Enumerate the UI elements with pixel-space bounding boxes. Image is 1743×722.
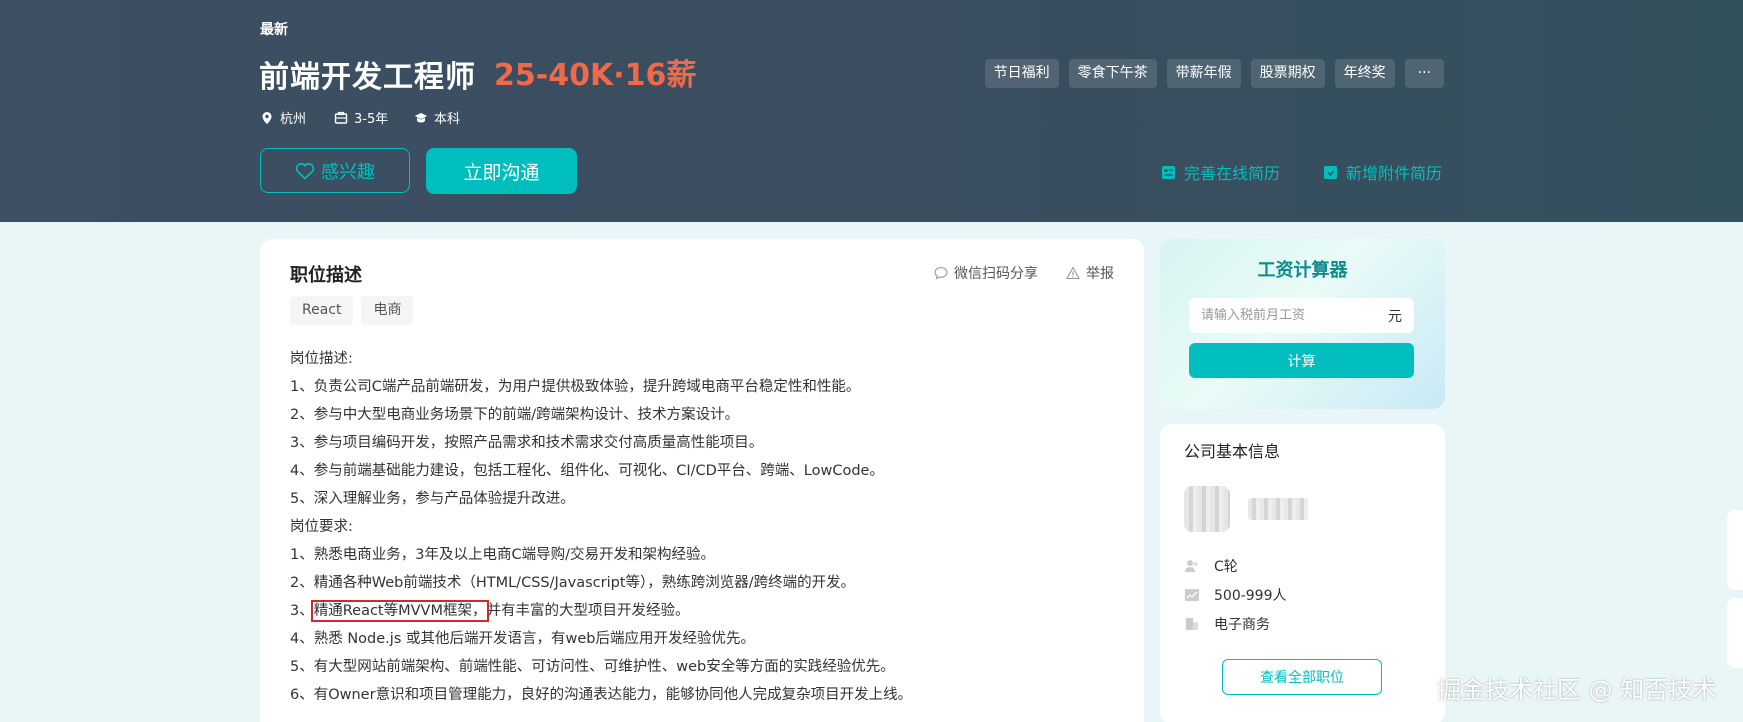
interest-button[interactable]: 感兴趣 [260,148,410,193]
meta-experience: 3-5年 [334,108,388,127]
improve-resume-label: 完善在线简历 [1184,164,1281,183]
description-line: 岗位描述: [290,351,353,367]
salary-calculator-card: 工资计算器 元 计算 [1160,239,1445,409]
building-icon [1186,618,1198,630]
description-line: 2、精通各种Web前端技术（HTML/CSS/Javascript等），熟练跨浏… [290,575,856,591]
add-attachment-resume-link[interactable]: 新增附件简历 [1323,160,1442,184]
company-info-card: 公司基本信息 C轮 500-999人 电子商务 查看全部职位 [1160,424,1445,722]
highlighted-requirement: 精通React等MVVM框架， [310,600,490,622]
share-label: 微信扫码分享 [954,266,1038,282]
description-line-highlighted: 3、精通React等MVVM框架，并有丰富的大型项目开发经验。 [290,597,1120,625]
heart-icon [295,162,315,180]
city-text: 杭州 [280,112,307,127]
benefit-tag: 股票期权 [1250,59,1325,88]
latest-badge: 最新 [260,22,288,38]
side-tab[interactable] [1727,510,1743,590]
meta-education: 本科 [414,108,460,127]
benefit-tag: 节日福利 [984,59,1059,88]
calculate-button[interactable]: 计算 [1189,343,1414,378]
salary-input-wrapper: 元 [1189,298,1414,333]
view-all-jobs-button[interactable]: 查看全部职位 [1222,659,1382,695]
description-line: 1、熟悉电商业务，3年及以上电商C端导购/交易开发和架构经验。 [290,547,715,563]
job-title: 前端开发工程师 [259,60,476,95]
description-line: 2、参与中大型电商业务场景下的前端/跨端架构设计、技术方案设计。 [290,407,740,423]
benefit-tag: 带薪年假 [1166,59,1241,88]
watermark: 掘金技术社区 @ 知否技术 [1437,676,1717,704]
briefcase-icon [334,111,348,124]
description-line: 4、熟悉 Node.js 或其他后端开发语言，有web后端应用开发经验优先。 [290,631,755,647]
description-line: 4、参与前端基础能力建设，包括工程化、组件化、可视化、CI/CD平台、跨端、Lo… [290,463,884,479]
job-description-text: 岗位描述: 1、负责公司C端产品前端研发，为用户提供极致体验，提升跨域电商平台稳… [290,345,1120,709]
company-size: 500-999人 [1214,588,1287,604]
more-benefits-button[interactable]: ··· [1404,59,1444,88]
benefit-tag: 零食下午茶 [1068,59,1157,88]
description-line: 1、负责公司C端产品前端研发，为用户提供极致体验，提升跨域电商平台稳定性和性能。 [290,379,861,395]
company-name-blurred[interactable] [1248,498,1308,520]
salary: 25-40K·16薪 [494,58,697,93]
skill-tag: React [290,296,354,325]
graduation-cap-icon [414,112,428,122]
wechat-share-button[interactable]: 微信扫码分享 [934,263,1038,283]
calculator-title: 工资计算器 [1257,260,1348,281]
resume-icon [1162,165,1175,179]
company-industry-row: 电子商务 [1184,614,1270,634]
report-label: 举报 [1086,266,1114,282]
company-stage: C轮 [1214,559,1238,575]
job-description-card: 职位描述 微信扫码分享 举报 React 电商 岗位描述: 1、负责公司C端产品… [260,239,1144,722]
skill-tag: 电商 [361,296,414,325]
company-industry: 电子商务 [1214,617,1270,633]
description-line: 6、有Owner意识和项目管理能力，良好的沟通表达能力，能够协同他人完成复杂项目… [290,687,913,703]
line-suffix: 并有丰富的大型项目开发经验。 [486,603,690,619]
company-stage-row: C轮 [1184,556,1238,576]
salary-input[interactable] [1201,308,1371,323]
currency-unit: 元 [1388,308,1402,325]
section-title: 职位描述 [290,265,362,286]
report-button[interactable]: 举报 [1066,263,1114,283]
chat-bubble-icon [934,266,948,280]
experience-text: 3-5年 [354,112,389,127]
description-line: 5、深入理解业务，参与产品体验提升改进。 [290,491,575,507]
company-info-title: 公司基本信息 [1184,442,1281,461]
users-icon [1185,560,1198,572]
benefit-tag: 年终奖 [1334,59,1395,88]
warning-icon [1066,266,1080,280]
chart-icon [1185,589,1199,601]
improve-resume-link[interactable]: 完善在线简历 [1161,160,1280,184]
side-tab[interactable] [1727,598,1743,668]
line-prefix: 3、 [290,603,314,619]
attachment-icon [1324,165,1337,179]
chat-now-button[interactable]: 立即沟通 [426,148,577,194]
interest-label: 感兴趣 [321,161,375,183]
job-banner: 最新 前端开发工程师 25-40K·16薪 杭州 3-5年 本科 节日福利 零食… [0,0,1743,222]
description-line: 3、参与项目编码开发，按照产品需求和技术需求交付高质量高性能项目。 [290,435,764,451]
skill-tags: React 电商 [290,296,414,325]
add-attachment-label: 新增附件简历 [1346,164,1443,183]
location-icon [262,111,272,124]
meta-city: 杭州 [260,108,306,127]
benefit-tags: 节日福利 零食下午茶 带薪年假 股票期权 年终奖 ··· [984,59,1444,88]
education-text: 本科 [434,112,461,127]
company-size-row: 500-999人 [1184,585,1287,605]
description-line: 5、有大型网站前端架构、前端性能、可访问性、可维护性、web安全等方面的实践经验… [290,659,895,675]
card-actions: 微信扫码分享 举报 [934,263,1114,283]
description-line: 岗位要求: [290,519,353,535]
company-logo[interactable] [1184,486,1230,532]
